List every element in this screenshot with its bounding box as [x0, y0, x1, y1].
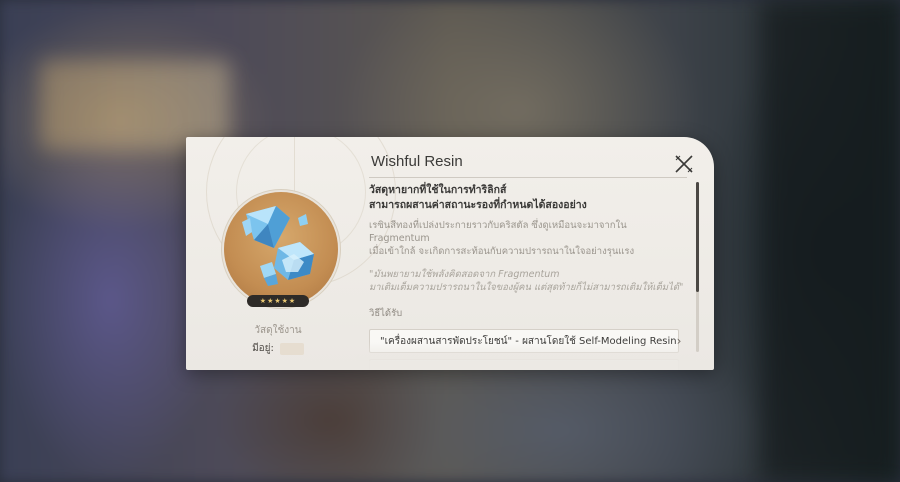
owned-value-placeholder: 0 [279, 342, 304, 355]
quote-line-1: "มันพยายามใช้พลังคิดสอดจาก Fragmentum [369, 269, 560, 280]
resin-crystal-icon [242, 206, 314, 286]
item-subtitle: วัสดุหายากที่ใช้ในการทำริลิกส์ สามารถผสา… [369, 183, 687, 213]
rarity-stars: ★★★★★ [247, 295, 309, 307]
close-button[interactable] [672, 152, 696, 176]
title-divider [369, 177, 687, 178]
item-detail-dialog: ★★★★★ วัสดุใช้งาน มีอยู่: 0 Wishful Resi… [186, 137, 714, 370]
owned-count-row: มีอยู่: 0 [226, 341, 330, 356]
description-line-1: เรซินสีทองที่เปล่งประกายราวกับคริสตัล ซึ… [369, 220, 627, 244]
subtitle-line-1: วัสดุหายากที่ใช้ในการทำริลิกส์ [369, 184, 507, 196]
blurred-background-shadow [760, 0, 900, 482]
quote-line-2: มาเติมเต็มความปรารถนาในใจของผู้คน แต่สุด… [369, 282, 684, 293]
close-icon [675, 155, 693, 173]
item-description: เรซินสีทองที่เปล่งประกายราวกับคริสตัล ซึ… [369, 219, 687, 258]
description-scrollbar[interactable] [696, 182, 699, 352]
content-fade-overlay [356, 342, 696, 370]
item-title: Wishful Resin [371, 153, 463, 170]
owned-label: มีอยู่: [252, 343, 274, 354]
subtitle-line-2: สามารถผสานค่าสถานะรองที่กำหนดได้สองอย่าง [369, 199, 587, 211]
item-type-label: วัสดุใช้งาน [254, 325, 302, 336]
scrollbar-thumb[interactable] [696, 182, 699, 292]
item-flavor-quote: "มันพยายามใช้พลังคิดสอดจาก Fragmentum มา… [369, 268, 687, 294]
description-line-2: เมื่อเข้าใกล้ จะเกิดการสะท้อนกับความปราร… [369, 246, 635, 257]
item-icon-frame [224, 192, 338, 306]
sources-section-label: วิธีได้รับ [369, 308, 403, 319]
